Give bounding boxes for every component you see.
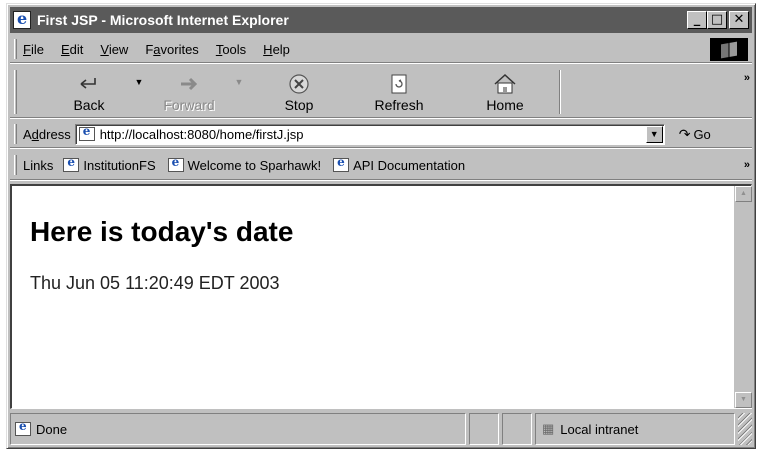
stop-button[interactable]: Stop xyxy=(269,71,329,117)
page-icon xyxy=(78,124,95,141)
current-date-text: Thu Jun 05 11:20:49 EDT 2003 xyxy=(30,273,280,293)
forward-button[interactable]: Forward xyxy=(159,71,219,117)
security-zone-panel[interactable]: ▦ Local intranet xyxy=(535,413,735,445)
menu-bar: File Edit View Favorites Tools Help xyxy=(10,36,752,63)
page-content-area: Here is today's date Thu Jun 05 11:20:49… xyxy=(10,184,752,409)
scroll-up-button[interactable]: ▲ xyxy=(735,186,752,202)
address-field[interactable]: ▼ xyxy=(74,123,665,145)
web-page: Here is today's date Thu Jun 05 11:20:49… xyxy=(12,186,734,408)
address-dropdown-button[interactable]: ▼ xyxy=(645,125,663,143)
link-institutionfs[interactable]: InstitutionFS xyxy=(63,155,156,173)
window-controls: _ □ ✕ xyxy=(687,11,749,29)
browser-window: First JSP - Microsoft Internet Explorer … xyxy=(6,3,756,449)
address-input[interactable] xyxy=(99,126,646,142)
menu-view[interactable]: View xyxy=(100,42,128,57)
page-heading: Here is today's date xyxy=(30,216,294,247)
stop-label: Stop xyxy=(284,97,314,113)
addressbar-grip[interactable] xyxy=(14,124,17,144)
windows-logo-icon xyxy=(710,38,748,61)
refresh-icon xyxy=(389,71,409,97)
menu-favorites[interactable]: Favorites xyxy=(145,42,198,57)
toolbar-overflow-chevron[interactable]: » xyxy=(744,72,750,84)
intranet-zone-icon: ▦ xyxy=(542,421,555,436)
zone-label: Local intranet xyxy=(560,421,639,437)
page-icon xyxy=(63,155,80,172)
ie-app-icon[interactable] xyxy=(13,9,31,29)
status-panel-empty xyxy=(469,413,499,445)
link-label: InstitutionFS xyxy=(83,157,156,173)
page-icon xyxy=(333,155,350,172)
status-text-panel: Done xyxy=(10,413,466,445)
resize-grip[interactable] xyxy=(738,413,752,445)
home-label: Home xyxy=(486,97,524,113)
go-button[interactable]: ↷ Go xyxy=(679,126,711,143)
back-arrow-icon xyxy=(77,71,101,97)
links-label[interactable]: Links xyxy=(23,158,53,173)
link-label: API Documentation xyxy=(353,157,466,173)
close-button[interactable]: ✕ xyxy=(729,11,749,29)
forward-label: Forward xyxy=(163,97,215,113)
menu-help[interactable]: Help xyxy=(263,42,290,57)
address-label: Address xyxy=(23,126,71,142)
page-icon xyxy=(167,155,184,172)
menu-tools[interactable]: Tools xyxy=(216,42,246,57)
toolbar-grip[interactable] xyxy=(14,69,17,114)
window-title: First JSP - Microsoft Internet Explorer xyxy=(37,12,289,28)
status-text: Done xyxy=(36,421,68,437)
scroll-down-button[interactable]: ▼ xyxy=(735,392,752,408)
status-panel-empty xyxy=(502,413,532,445)
link-welcome-to-sparhawk[interactable]: Welcome to Sparhawk! xyxy=(167,155,322,173)
refresh-button[interactable]: Refresh xyxy=(369,71,429,117)
home-button[interactable]: Home xyxy=(475,71,535,117)
menubar-grip[interactable] xyxy=(14,39,17,59)
scrollbar-track[interactable] xyxy=(735,202,752,392)
back-dropdown[interactable]: ▼ xyxy=(119,77,159,117)
forward-dropdown[interactable]: ▼ xyxy=(219,77,259,117)
back-button[interactable]: Back xyxy=(59,71,119,117)
menu-edit[interactable]: Edit xyxy=(61,42,83,57)
go-arrow-icon: ↷ xyxy=(678,125,691,142)
home-icon xyxy=(492,71,518,97)
forward-arrow-icon xyxy=(177,71,201,97)
menu-file[interactable]: File xyxy=(23,42,44,57)
maximize-button[interactable]: □ xyxy=(707,11,727,29)
link-label: Welcome to Sparhawk! xyxy=(187,157,322,173)
links-bar: Links InstitutionFS Welcome to Sparhawk!… xyxy=(10,151,752,180)
linksbar-grip[interactable] xyxy=(14,155,17,175)
go-label: Go xyxy=(693,126,711,142)
standard-toolbar: Back ▼ Forward ▼ Stop Refresh Home » xyxy=(10,66,752,118)
minimize-button[interactable]: _ xyxy=(687,11,707,29)
link-api-documentation[interactable]: API Documentation xyxy=(333,155,466,173)
refresh-label: Refresh xyxy=(374,97,424,113)
links-overflow-chevron[interactable]: » xyxy=(744,159,750,171)
title-bar[interactable]: First JSP - Microsoft Internet Explorer … xyxy=(10,7,752,33)
stop-icon xyxy=(288,71,310,97)
address-bar: Address ▼ ↷ Go xyxy=(10,121,752,148)
back-label: Back xyxy=(73,97,105,113)
status-bar: Done ▦ Local intranet xyxy=(10,413,752,445)
toolbar-separator xyxy=(559,69,561,114)
vertical-scrollbar[interactable]: ▲ ▼ xyxy=(734,186,752,408)
page-icon xyxy=(15,419,31,436)
